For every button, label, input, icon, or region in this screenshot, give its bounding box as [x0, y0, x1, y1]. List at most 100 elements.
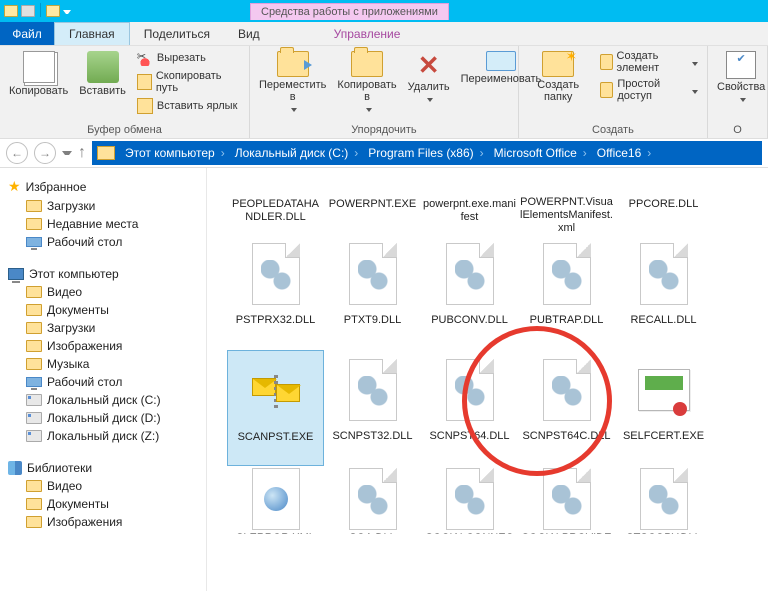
crumb[interactable]: Локальный диск (C:): [230, 146, 364, 160]
forward-button[interactable]: →: [34, 142, 56, 164]
file-grid[interactable]: PEOPLEDATAHANDLER.DLLPOWERPNT.EXEpowerpn…: [207, 168, 768, 591]
file-thumb: [341, 468, 405, 530]
tree-item[interactable]: Видео: [4, 283, 202, 301]
back-button[interactable]: ←: [6, 142, 28, 164]
tab-view[interactable]: Вид: [224, 22, 274, 45]
file-item[interactable]: SCANPST.EXE: [227, 350, 324, 466]
tree-item-label: Видео: [47, 479, 82, 493]
file-name: SCANPST.EXE: [230, 431, 321, 444]
crumb[interactable]: Microsoft Office: [489, 146, 592, 160]
tree-item[interactable]: Изображения: [4, 337, 202, 355]
tree-item[interactable]: Локальный диск (D:): [4, 409, 202, 427]
address-bar[interactable]: Этот компьютерЛокальный диск (C:)Program…: [92, 141, 762, 165]
move-to-button[interactable]: Переместить в: [255, 49, 330, 114]
file-name: SOA.DLL: [326, 532, 419, 534]
move-icon: [277, 51, 309, 77]
paste-shortcut-button[interactable]: Вставить ярлык: [133, 97, 244, 115]
new-item-button[interactable]: Создать элемент: [596, 49, 702, 75]
file-item[interactable]: PTXT9.DLL: [324, 234, 421, 350]
tree-item[interactable]: Изображения: [4, 513, 202, 531]
tree-item-icon: [26, 498, 42, 510]
navigation-tree[interactable]: ★Избранное Загрузки Недавние места Рабочий…: [0, 168, 207, 591]
new-folder-button[interactable]: Создать папку: [524, 49, 593, 105]
file-item[interactable]: SOA.DLL: [324, 466, 421, 536]
tree-item-label: Недавние места: [47, 217, 138, 231]
tree-item-label: Музыка: [47, 357, 89, 371]
file-item[interactable]: powerpnt.exe.manifest: [421, 176, 518, 234]
tree-item-label: Изображения: [47, 515, 122, 529]
up-button[interactable]: ↑: [78, 144, 86, 162]
tab-manage[interactable]: Управление: [320, 22, 415, 45]
file-item[interactable]: POWERPNT.EXE: [324, 176, 421, 234]
cut-button[interactable]: ✂Вырезать: [133, 49, 244, 67]
copy-button[interactable]: Копировать: [5, 49, 72, 99]
crumb[interactable]: Program Files (x86): [363, 146, 488, 160]
qat-folder-icon[interactable]: [4, 5, 18, 17]
tree-item[interactable]: Музыка: [4, 355, 202, 373]
qat-new-folder-icon[interactable]: [46, 5, 60, 17]
tree-computer[interactable]: Этот компьютер: [4, 265, 202, 283]
file-name: PEOPLEDATAHANDLER.DLL: [229, 198, 322, 224]
tree-item[interactable]: Документы: [4, 495, 202, 513]
tree-item-icon: [26, 237, 42, 247]
tree-item[interactable]: Документы: [4, 301, 202, 319]
file-item[interactable]: PUBCONV.DLL: [421, 234, 518, 350]
file-thumb: [341, 236, 405, 312]
tab-file[interactable]: Файл: [0, 22, 54, 45]
file-item[interactable]: STSCOPY.DLL: [615, 466, 712, 536]
file-item[interactable]: SELFCERT.EXE: [615, 350, 712, 466]
copy-to-button[interactable]: Копировать в: [333, 49, 400, 114]
file-item[interactable]: SCNPST64.DLL: [421, 350, 518, 466]
file-item[interactable]: SCNPST64C.DLL: [518, 350, 615, 466]
file-thumb: [341, 178, 405, 196]
crumb[interactable]: Office16: [592, 146, 656, 160]
file-name: PTXT9.DLL: [326, 314, 419, 327]
tree-libraries[interactable]: Библиотеки: [4, 459, 202, 477]
tree-item[interactable]: Загрузки: [4, 319, 202, 337]
properties-button[interactable]: ✔Свойства: [713, 49, 768, 104]
tree-item-label: Изображения: [47, 339, 122, 353]
tree-item[interactable]: Видео: [4, 477, 202, 495]
nav-history-dropdown[interactable]: [62, 151, 72, 155]
paste-button[interactable]: Вставить: [75, 49, 130, 99]
file-name: SOCIALCONNECTOR.DLL: [423, 532, 516, 534]
qat-properties-icon[interactable]: [21, 5, 35, 17]
tree-item[interactable]: Недавние места: [4, 215, 202, 233]
easy-access-button[interactable]: Простой доступ: [596, 77, 702, 103]
file-thumb: [438, 468, 502, 530]
tree-item-icon: [26, 394, 42, 406]
copy-path-button[interactable]: Скопировать путь: [133, 69, 244, 95]
file-name: SOCIALPROVIDER.DLL: [520, 532, 613, 534]
qat-dropdown-icon[interactable]: [63, 7, 71, 19]
tab-home[interactable]: Главная: [54, 22, 130, 45]
file-item[interactable]: POWERPNT.VisualElementsManifest.xml: [518, 176, 615, 234]
file-item[interactable]: SOCIALPROVIDER.DLL: [518, 466, 615, 536]
tree-item-label: Рабочий стол: [47, 375, 122, 389]
tree-item[interactable]: Локальный диск (C:): [4, 391, 202, 409]
file-item[interactable]: PUBTRAP.DLL: [518, 234, 615, 350]
file-item[interactable]: PSTPRX32.DLL: [227, 234, 324, 350]
tree-item[interactable]: Рабочий стол: [4, 373, 202, 391]
tree-item[interactable]: Локальный диск (Z:): [4, 427, 202, 445]
file-item[interactable]: PPCORE.DLL: [615, 176, 712, 234]
tree-item[interactable]: Рабочий стол: [4, 233, 202, 251]
tree-item-label: Локальный диск (C:): [47, 393, 161, 407]
ribbon-group-organize: Переместить в Копировать в ✕Удалить Пере…: [250, 46, 519, 138]
file-name: PSTPRX32.DLL: [229, 314, 322, 327]
ribbon-tabs-row: Файл Главная Поделиться Вид Управление: [0, 22, 768, 46]
breadcrumb[interactable]: Этот компьютерЛокальный диск (C:)Program…: [120, 146, 656, 160]
tab-share[interactable]: Поделиться: [130, 22, 224, 45]
crumb[interactable]: Этот компьютер: [120, 146, 230, 160]
file-item[interactable]: SOCIALCONNECTOR.DLL: [421, 466, 518, 536]
tree-item[interactable]: Загрузки: [4, 197, 202, 215]
file-thumb: [244, 178, 308, 196]
file-item[interactable]: SCNPST32.DLL: [324, 350, 421, 466]
easyaccess-icon: [600, 82, 614, 98]
tree-item-icon: [26, 322, 42, 334]
file-item[interactable]: RECALL.DLL: [615, 234, 712, 350]
file-item[interactable]: PEOPLEDATAHANDLER.DLL: [227, 176, 324, 234]
tree-item-icon: [26, 430, 42, 442]
file-item[interactable]: SLERROR.XML: [227, 466, 324, 536]
delete-button[interactable]: ✕Удалить: [404, 49, 454, 104]
tree-favorites[interactable]: ★Избранное: [4, 176, 202, 197]
